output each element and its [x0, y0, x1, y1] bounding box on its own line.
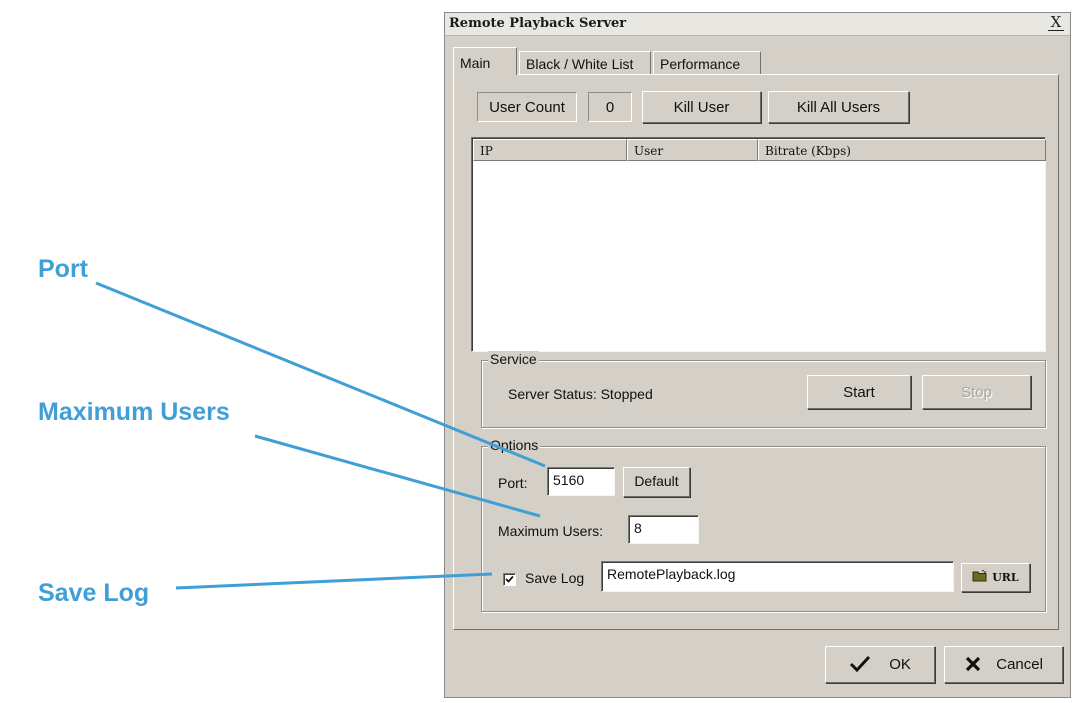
user-list-view[interactable]: IP User Bitrate (Kbps): [471, 137, 1046, 352]
callout-maximum-users: Maximum Users: [38, 398, 230, 426]
column-header-bitrate[interactable]: Bitrate (Kbps): [758, 139, 1046, 161]
ok-button[interactable]: OK: [825, 646, 935, 683]
tab-performance[interactable]: Performance: [653, 51, 761, 74]
user-list-header: IP User Bitrate (Kbps): [473, 139, 1046, 161]
x-icon: [965, 656, 981, 672]
column-header-user[interactable]: User: [627, 139, 758, 161]
service-group: Service Server Status: Stopped Start Sto…: [481, 351, 1046, 428]
save-log-checkbox[interactable]: [503, 573, 516, 586]
cancel-button-label: Cancel: [996, 656, 1043, 673]
save-log-label: Save Log: [525, 570, 585, 586]
start-button[interactable]: Start: [807, 375, 911, 409]
checkmark-icon: [505, 575, 514, 583]
maximum-users-label: Maximum Users:: [498, 523, 604, 539]
folder-url-icon: [972, 570, 987, 582]
callout-port: Port: [38, 255, 88, 283]
close-icon[interactable]: X: [1048, 14, 1064, 31]
column-header-ip[interactable]: IP: [473, 139, 627, 161]
options-group-title: Options: [488, 437, 541, 453]
log-file-input[interactable]: RemotePlayback.log: [601, 561, 954, 592]
callout-save-log: Save Log: [38, 579, 150, 607]
options-group: Options Port: 5160 Default Maximum Users…: [481, 437, 1046, 612]
dialog-title: Remote Playback Server: [449, 16, 627, 31]
tab-main[interactable]: Main: [453, 47, 517, 75]
service-group-title: Service: [488, 351, 539, 367]
tab-black-white-list[interactable]: Black / White List: [519, 51, 651, 74]
cancel-button[interactable]: Cancel: [944, 646, 1063, 683]
url-button[interactable]: URL: [961, 563, 1030, 592]
server-status-text: Server Status: Stopped: [508, 386, 653, 402]
ok-button-label: OK: [889, 656, 911, 673]
title-bar: Remote Playback Server X: [445, 13, 1070, 36]
stop-button[interactable]: Stop: [922, 375, 1031, 409]
default-button[interactable]: Default: [623, 467, 690, 497]
user-count-label: User Count: [477, 92, 577, 122]
maximum-users-input[interactable]: 8: [628, 515, 699, 544]
kill-user-button[interactable]: Kill User: [642, 91, 761, 123]
checkmark-icon: [850, 655, 871, 673]
remote-playback-server-dialog: Remote Playback Server X Main Black / Wh…: [444, 12, 1071, 698]
kill-all-users-button[interactable]: Kill All Users: [768, 91, 909, 123]
url-button-label: URL: [992, 571, 1019, 584]
port-label: Port:: [498, 475, 528, 491]
port-input[interactable]: 5160: [547, 467, 615, 496]
user-count-value: 0: [588, 92, 632, 122]
